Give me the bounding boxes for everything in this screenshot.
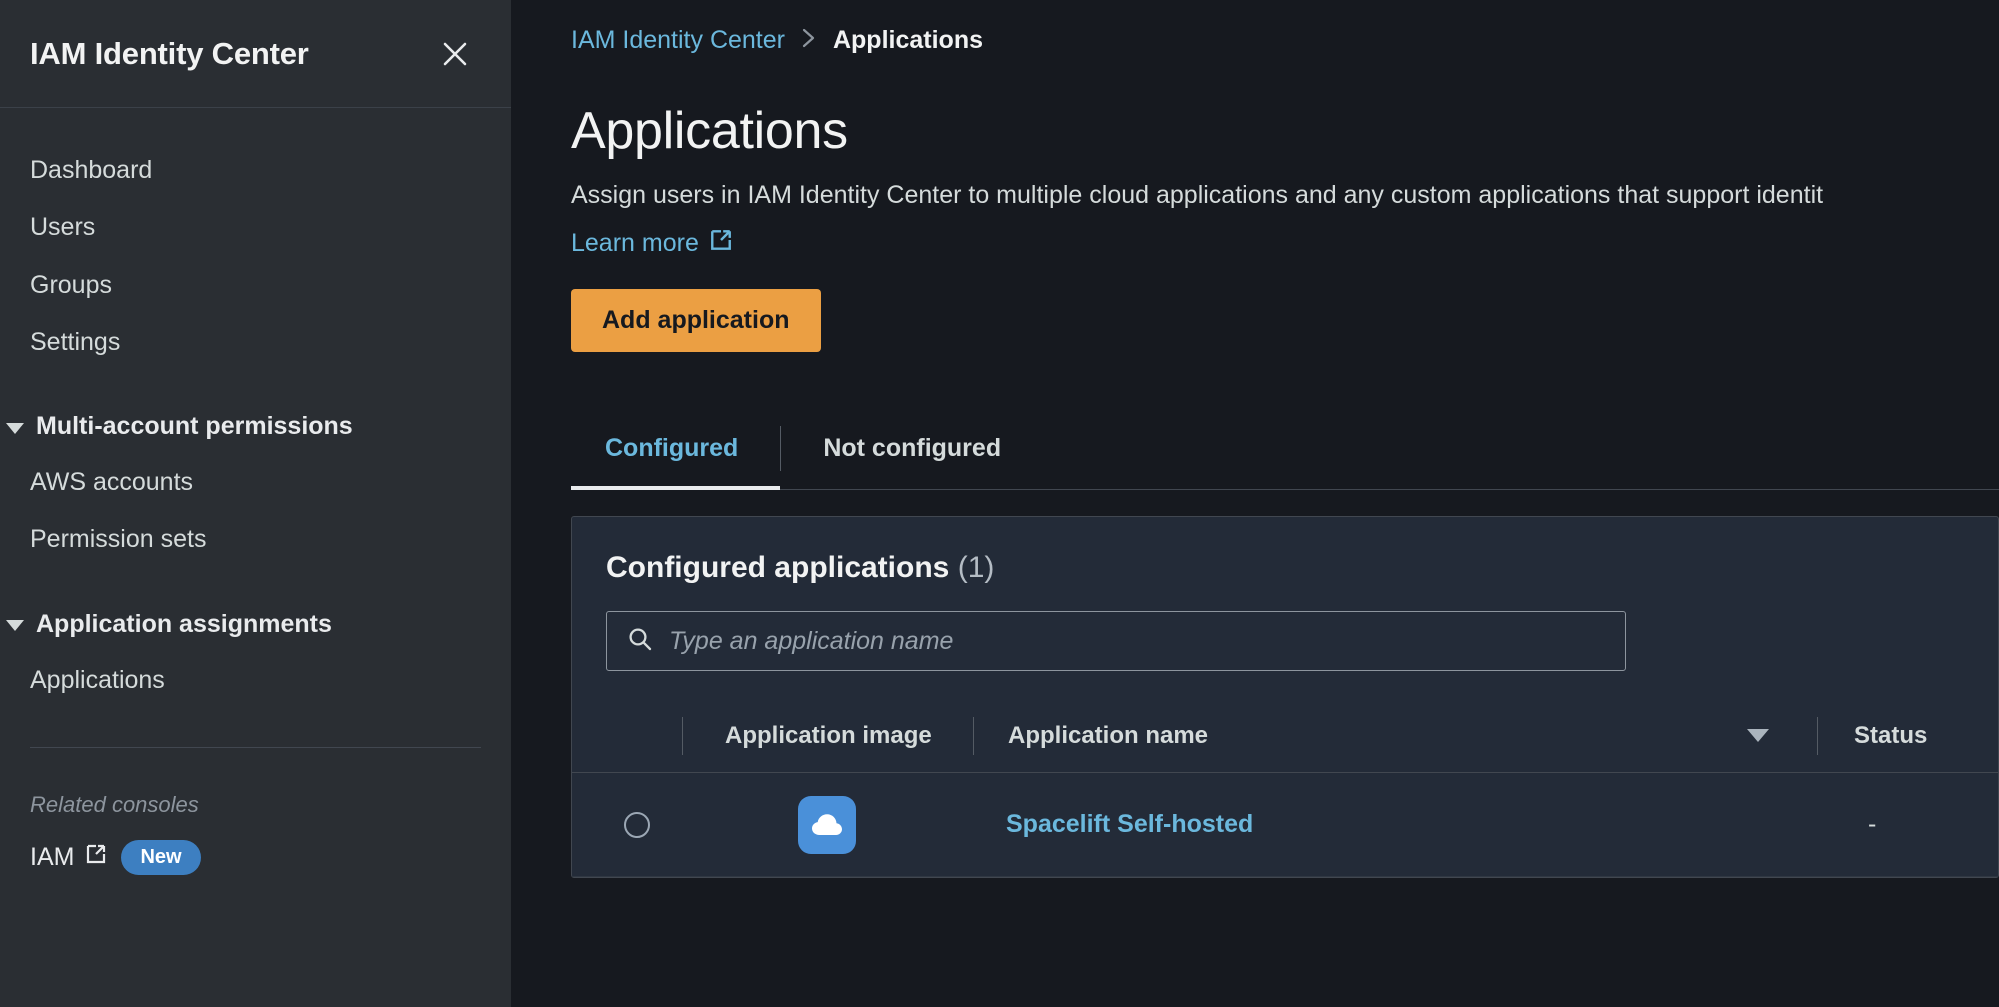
sidebar-item-applications[interactable]: Applications	[30, 652, 511, 709]
external-link-icon	[85, 843, 107, 872]
sidebar-item-settings[interactable]: Settings	[0, 314, 511, 371]
external-link-icon	[709, 228, 733, 259]
panel-count: (1)	[957, 551, 995, 584]
row-application-image-cell	[682, 795, 972, 854]
table-header-select	[592, 699, 682, 772]
sidebar-item-dashboard[interactable]: Dashboard	[0, 142, 511, 199]
application-root: IAM Identity Center Dashboard Users Grou…	[0, 0, 1999, 1007]
applications-table: Application image Application name Statu…	[572, 699, 1998, 877]
tab-list: Configured Not configured	[571, 408, 1999, 490]
sidebar-nav: Dashboard Users Groups Settings Multi-ac…	[0, 108, 511, 1007]
related-consoles-row: IAM New	[30, 839, 481, 875]
related-consoles-section: Related consoles IAM New	[0, 748, 511, 875]
page-description: Assign users in IAM Identity Center to m…	[571, 181, 1824, 209]
sidebar-section-label: Application assignments	[36, 609, 332, 638]
sidebar-subnav-multi-account: AWS accounts Permission sets	[0, 454, 511, 569]
related-consoles-title: Related consoles	[30, 791, 199, 817]
sidebar-section-application-assignments[interactable]: Application assignments	[0, 597, 511, 652]
row-status-cell: -	[1868, 810, 1877, 838]
related-console-link-iam[interactable]: IAM	[30, 843, 107, 872]
breadcrumb-link-root[interactable]: IAM Identity Center	[571, 26, 785, 55]
breadcrumb-separator-icon	[801, 26, 817, 55]
search-icon	[627, 626, 653, 657]
row-application-name-cell: Spacelift Self-hosted	[972, 810, 1818, 839]
sidebar-title: IAM Identity Center	[30, 35, 309, 71]
sidebar-item-aws-accounts[interactable]: AWS accounts	[30, 454, 511, 511]
sidebar-section-label: Multi-account permissions	[36, 412, 353, 440]
related-console-label: IAM	[30, 842, 75, 871]
panel-header: Configured applications (1)	[572, 517, 1998, 585]
sidebar-section-multi-account-permissions[interactable]: Multi-account permissions	[0, 399, 511, 454]
cloud-icon	[798, 795, 856, 854]
learn-more-link[interactable]: Learn more	[571, 228, 733, 259]
row-radio-button[interactable]	[624, 811, 650, 838]
sidebar-item-permission-sets[interactable]: Permission sets	[30, 511, 511, 568]
table-header-application-image: Application image	[725, 721, 932, 749]
sort-descending-icon[interactable]	[1747, 729, 1769, 742]
breadcrumb: IAM Identity Center Applications	[571, 0, 1999, 55]
search-box[interactable]	[606, 611, 1626, 671]
tab-configured[interactable]: Configured	[571, 408, 781, 490]
main-content: IAM Identity Center Applications Applica…	[511, 0, 1999, 1007]
sidebar-item-users[interactable]: Users	[0, 199, 511, 256]
sidebar-header: IAM Identity Center	[0, 0, 511, 108]
page-title: Applications	[571, 102, 848, 160]
sidebar: IAM Identity Center Dashboard Users Grou…	[0, 0, 511, 1007]
panel-title: Configured applications (1)	[606, 551, 1964, 585]
breadcrumb-current: Applications	[832, 26, 983, 54]
tab-not-configured[interactable]: Not configured	[781, 408, 1043, 489]
sidebar-subnav-application-assignments: Applications	[0, 652, 511, 709]
add-application-button[interactable]: Add application	[571, 289, 821, 352]
learn-more-label: Learn more	[571, 229, 699, 257]
panel-title-text: Configured applications	[606, 551, 950, 584]
configured-applications-panel: Configured applications (1) Applic	[571, 516, 1999, 878]
table-header-row: Application image Application name Statu…	[572, 699, 1998, 773]
application-name-link[interactable]: Spacelift Self-hosted	[1006, 810, 1253, 839]
search-input[interactable]	[669, 626, 1605, 656]
table-header-application-name[interactable]: Application name	[974, 699, 1817, 772]
chevron-down-icon	[6, 620, 24, 631]
table-header-status: Status	[1854, 721, 1928, 749]
chevron-down-icon	[6, 422, 24, 434]
close-icon[interactable]	[435, 34, 475, 74]
row-select-cell	[592, 811, 682, 838]
table-header-application-name-label: Application name	[1008, 721, 1209, 749]
status-badge-new: New	[121, 839, 201, 875]
sidebar-item-groups[interactable]: Groups	[0, 257, 511, 314]
table-row[interactable]: Spacelift Self-hosted -	[572, 773, 1998, 877]
